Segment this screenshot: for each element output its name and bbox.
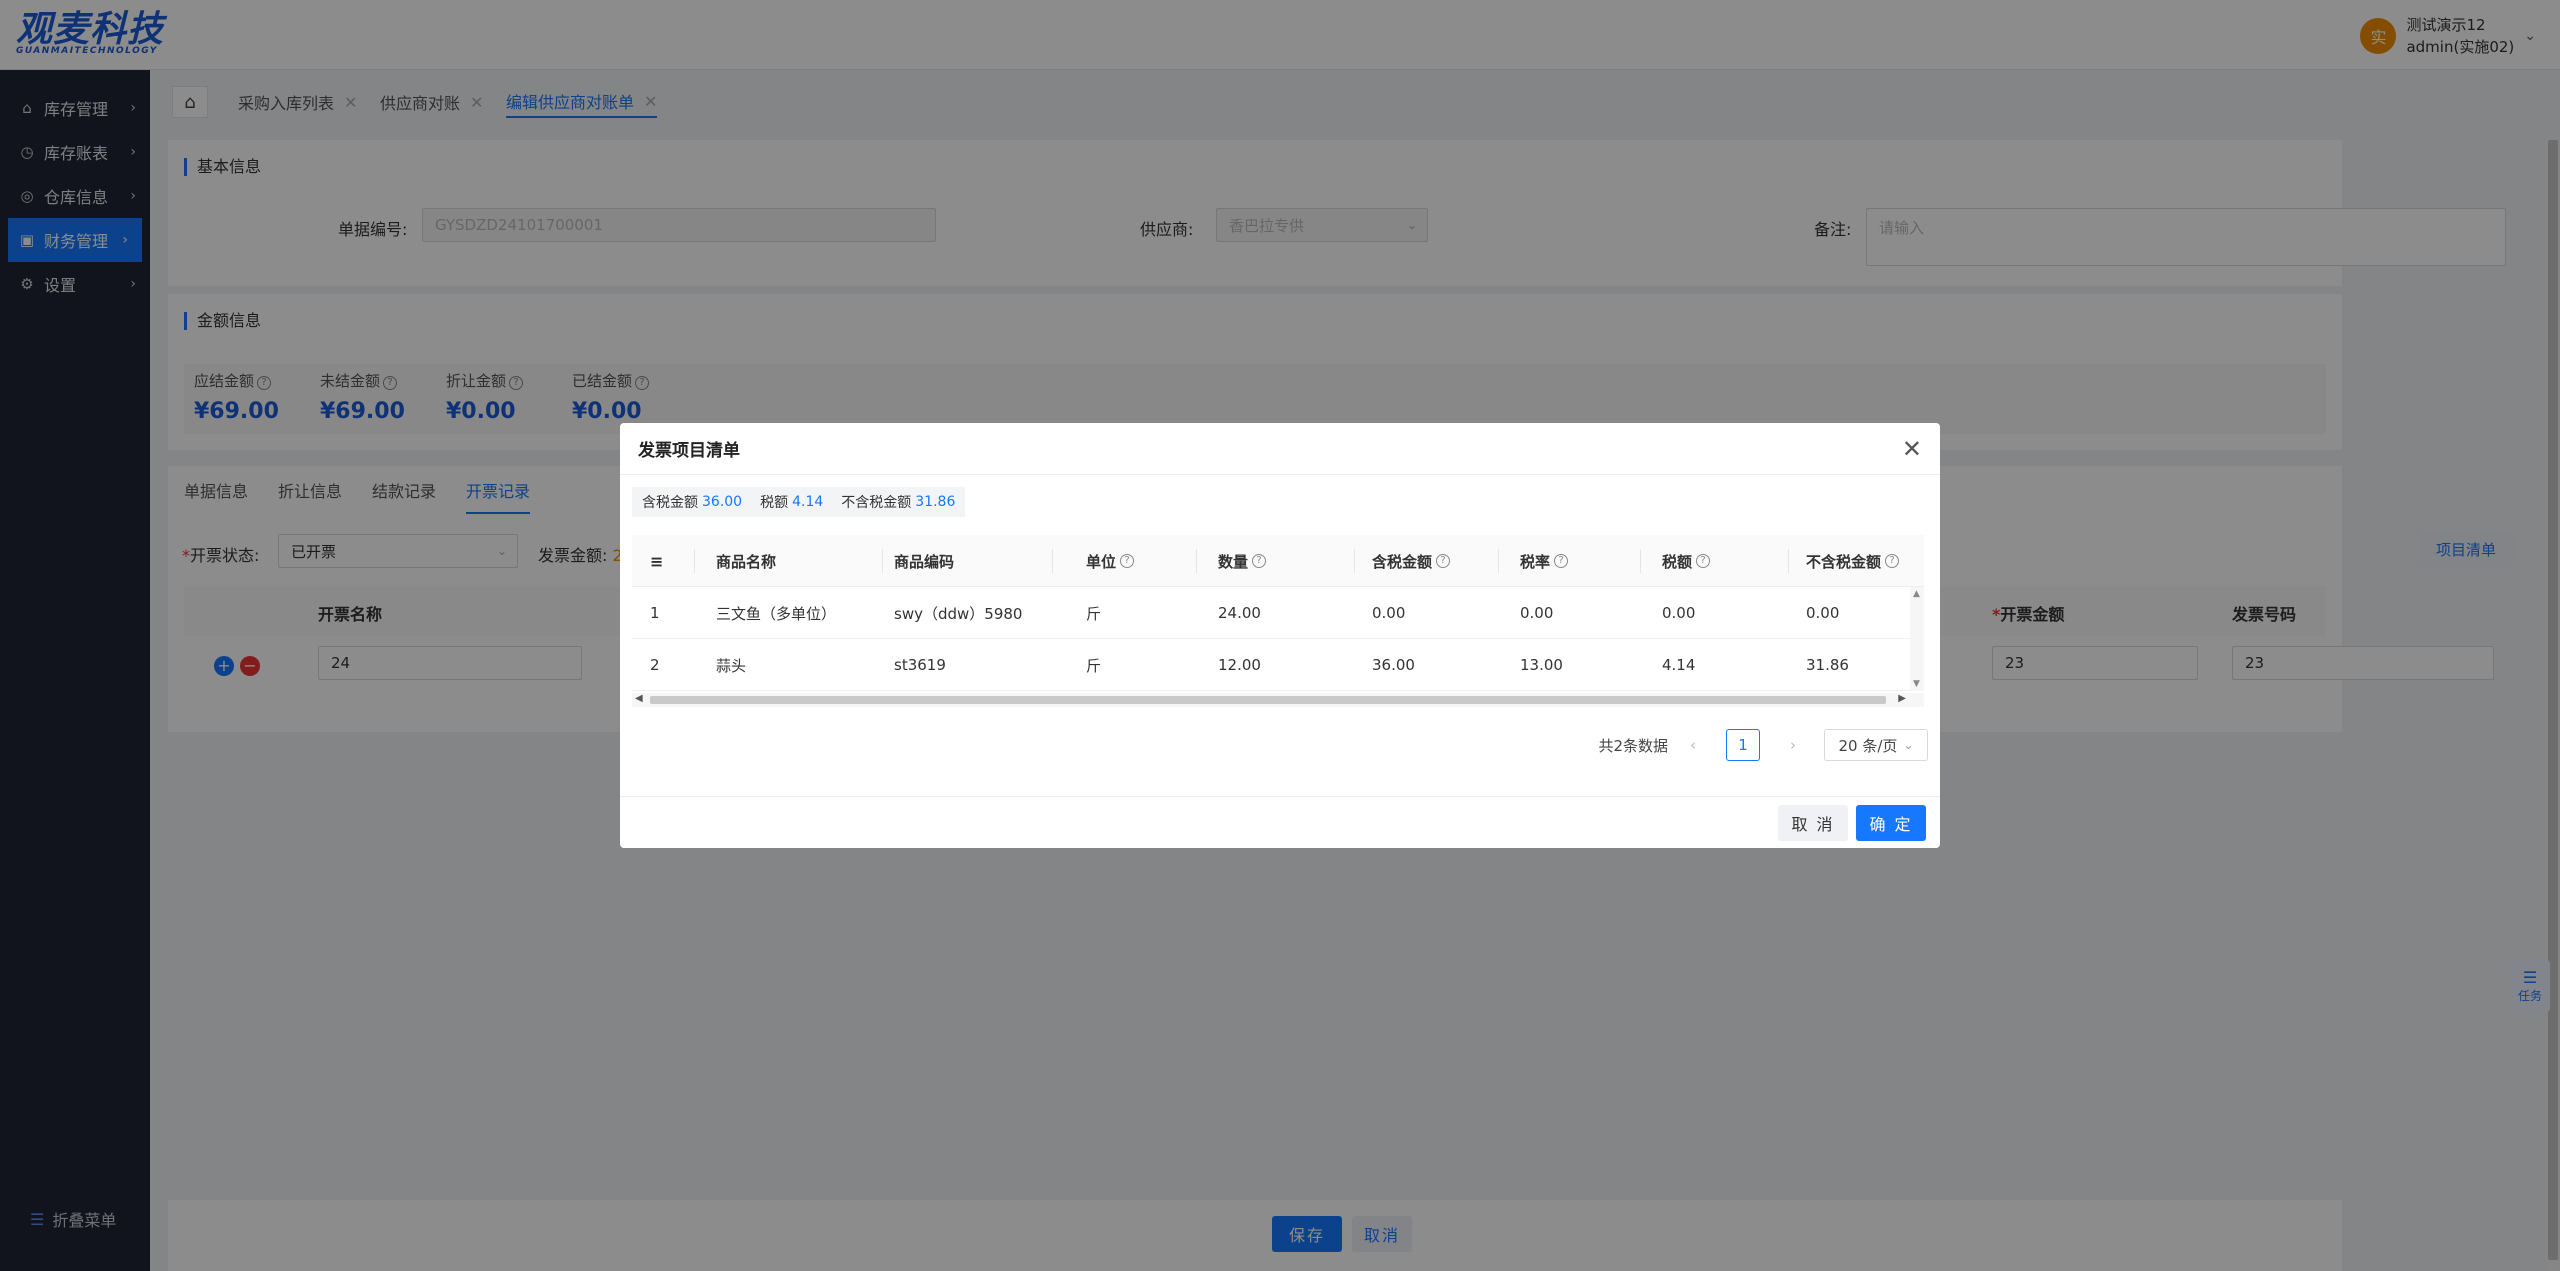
column-settings-icon[interactable]: ≡ bbox=[650, 535, 663, 587]
row-index: 1 bbox=[650, 604, 660, 622]
items-table: ≡ 商品名称 商品编码 单位? 数量? 含税金额? 税率? 税额? 不含税金额?… bbox=[632, 535, 1924, 693]
product-name: 三文鱼（多单位） bbox=[716, 604, 837, 623]
unit: 斤 bbox=[1086, 604, 1102, 623]
tax-amount: 0.00 bbox=[1662, 604, 1696, 622]
quantity: 12.00 bbox=[1218, 656, 1261, 674]
modal-ok-button[interactable]: 确 定 bbox=[1856, 805, 1926, 841]
tax-inclusive-amount: 36.00 bbox=[1372, 656, 1415, 674]
col-tax-inclusive-amount: 含税金额? bbox=[1372, 535, 1451, 587]
invoice-items-modal: 发票项目清单 ✕ 含税金额 36.00 税额 4.14 不含税金额 31.86 ≡ 商… bbox=[620, 423, 1940, 848]
help-icon[interactable]: ? bbox=[1554, 554, 1569, 568]
page-size-value: 20 条/页 bbox=[1838, 736, 1898, 755]
product-code: swy（ddw）5980 bbox=[894, 604, 1023, 623]
col-quantity: 数量? bbox=[1218, 535, 1267, 587]
row-index: 2 bbox=[650, 656, 660, 674]
help-icon[interactable]: ? bbox=[1696, 554, 1711, 568]
table-row[interactable]: 2 蒜头 st3619 斤 12.00 36.00 13.00 4.14 31.… bbox=[632, 639, 1924, 691]
close-icon[interactable]: ✕ bbox=[1902, 435, 1922, 463]
quantity: 24.00 bbox=[1218, 604, 1261, 622]
help-icon[interactable]: ? bbox=[1252, 554, 1267, 568]
page-number-button[interactable]: 1 bbox=[1726, 729, 1760, 761]
scroll-down-icon[interactable]: ▼ bbox=[1913, 679, 1920, 689]
summary-value: 31.86 bbox=[915, 494, 956, 510]
table-row[interactable]: 1 三文鱼（多单位） swy（ddw）5980 斤 24.00 0.00 0.0… bbox=[632, 587, 1924, 639]
tax-rate: 0.00 bbox=[1520, 604, 1554, 622]
items-table-header: ≡ 商品名称 商品编码 单位? 数量? 含税金额? 税率? 税额? 不含税金额? bbox=[632, 535, 1924, 587]
net-amount: 31.86 bbox=[1806, 656, 1849, 674]
summary-label: 税额 bbox=[760, 495, 789, 511]
total-count: 共2条数据 bbox=[1598, 736, 1668, 755]
col-tax-rate: 税率? bbox=[1520, 535, 1569, 587]
col-net-amount: 不含税金额? bbox=[1806, 535, 1900, 587]
summary-value: 4.14 bbox=[792, 494, 824, 510]
product-name: 蒜头 bbox=[716, 656, 747, 675]
net-amount: 0.00 bbox=[1806, 604, 1840, 622]
help-icon[interactable]: ? bbox=[1120, 554, 1135, 568]
col-tax-amount: 税额? bbox=[1662, 535, 1711, 587]
scroll-right-icon[interactable]: ▶ bbox=[1898, 693, 1906, 704]
col-product-code: 商品编码 bbox=[894, 552, 955, 571]
table-vertical-scrollbar[interactable]: ▲ ▼ bbox=[1910, 587, 1924, 691]
summary-label: 含税金额 bbox=[642, 495, 698, 511]
next-page-icon[interactable]: › bbox=[1790, 736, 1796, 754]
summary-label: 不含税金额 bbox=[841, 495, 912, 511]
help-icon[interactable]: ? bbox=[1885, 554, 1900, 568]
scroll-up-icon[interactable]: ▲ bbox=[1913, 589, 1920, 599]
col-product-name: 商品名称 bbox=[716, 552, 777, 571]
page-size-select[interactable]: 20 条/页 ⌄ bbox=[1824, 729, 1928, 761]
table-horizontal-scrollbar[interactable]: ◀ ▶ bbox=[632, 693, 1924, 707]
help-icon[interactable]: ? bbox=[1436, 554, 1451, 568]
tax-inclusive-amount: 0.00 bbox=[1372, 604, 1406, 622]
modal-header: 发票项目清单 ✕ bbox=[620, 423, 1940, 475]
modal-cancel-button[interactable]: 取 消 bbox=[1778, 805, 1848, 841]
product-code: st3619 bbox=[894, 656, 946, 674]
scroll-left-icon[interactable]: ◀ bbox=[635, 693, 643, 704]
modal-title: 发票项目清单 bbox=[638, 441, 740, 461]
modal-footer: 取 消 确 定 bbox=[620, 796, 1940, 848]
summary-value: 36.00 bbox=[702, 494, 743, 510]
prev-page-icon[interactable]: ‹ bbox=[1690, 736, 1696, 754]
pagination: 共2条数据 ‹ 1 › 20 条/页 ⌄ bbox=[1598, 729, 1928, 761]
tax-amount: 4.14 bbox=[1662, 656, 1696, 674]
horizontal-scroll-thumb[interactable] bbox=[650, 696, 1886, 704]
unit: 斤 bbox=[1086, 656, 1102, 675]
modal-summary: 含税金额 36.00 税额 4.14 不含税金额 31.86 bbox=[632, 487, 966, 517]
col-unit: 单位? bbox=[1086, 535, 1135, 587]
tax-rate: 13.00 bbox=[1520, 656, 1563, 674]
chevron-down-icon: ⌄ bbox=[1903, 738, 1914, 752]
